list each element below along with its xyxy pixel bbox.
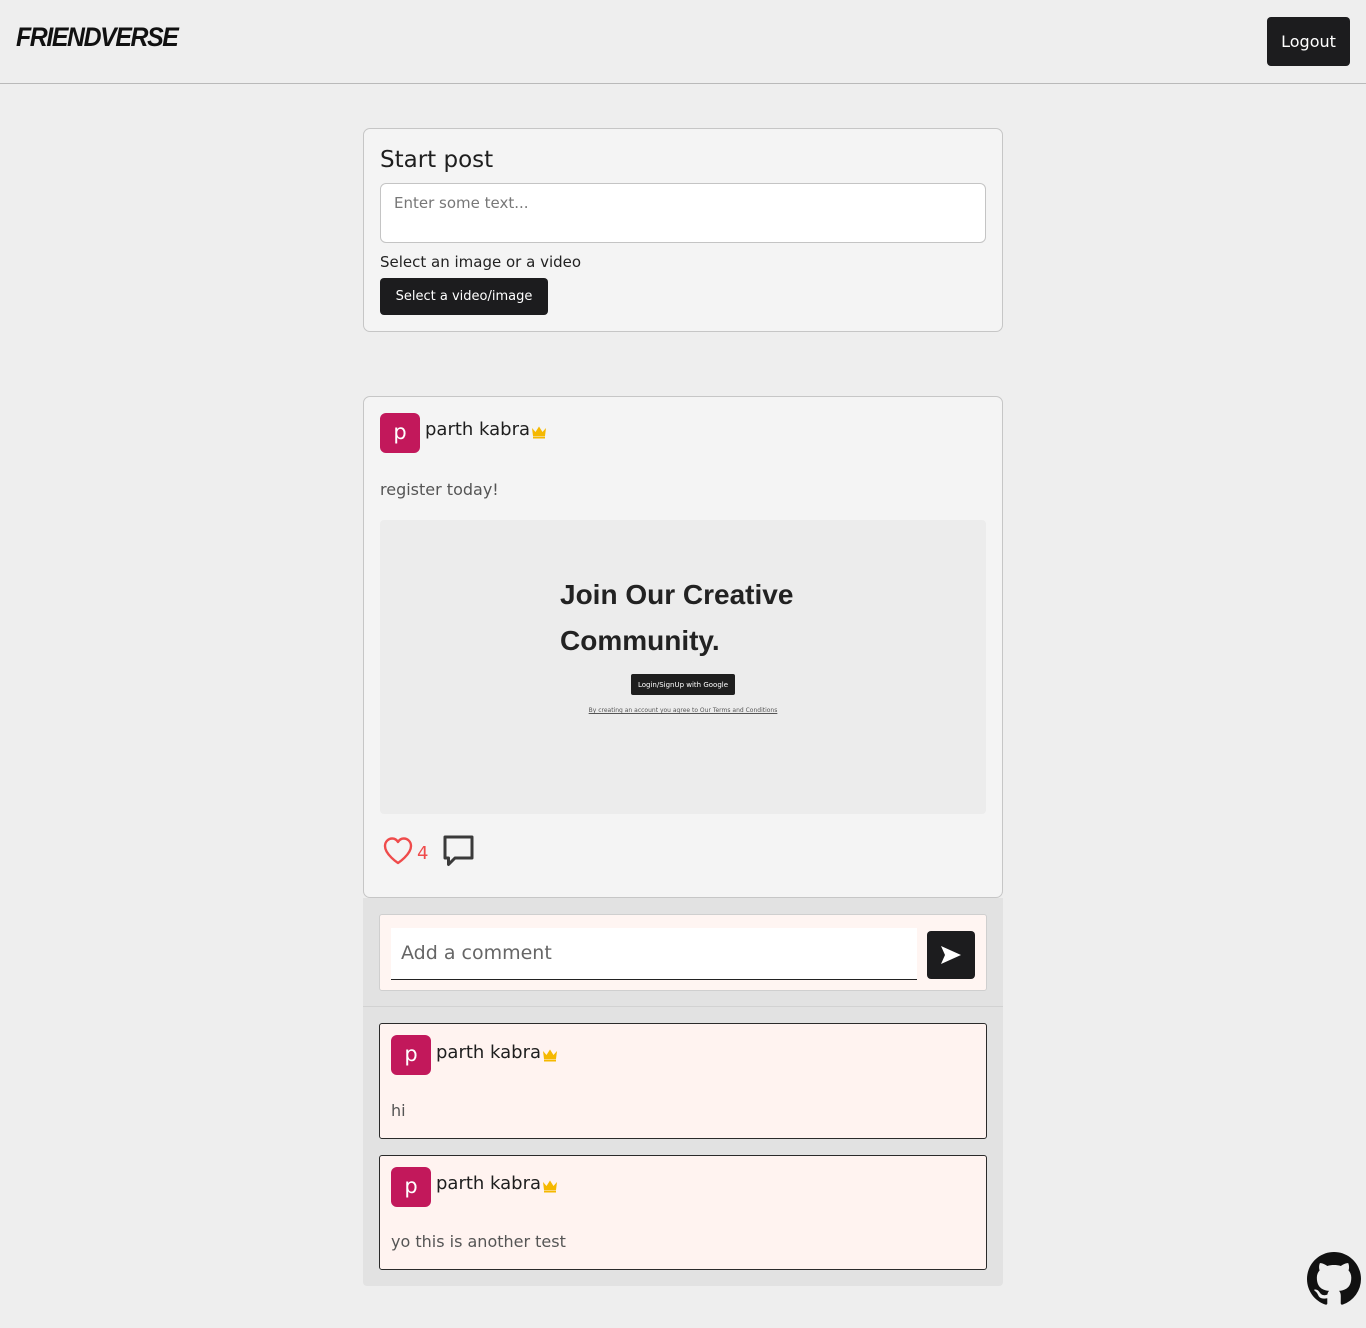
heart-icon[interactable]: [382, 835, 414, 867]
post-author-name: parth kabra: [425, 419, 531, 440]
like-count: 4: [417, 843, 429, 864]
send-icon: [941, 946, 961, 964]
avatar[interactable]: p: [380, 413, 420, 453]
crown-icon: [543, 1049, 558, 1061]
comments-section: Add a comment p parth kabra hi p parth k…: [363, 898, 1003, 1286]
send-comment-button[interactable]: [927, 931, 975, 979]
comment-author[interactable]: parth kabra: [436, 1042, 558, 1063]
crown-icon: [543, 1180, 558, 1192]
select-media-button[interactable]: Select a video/image: [380, 278, 548, 315]
start-post-card: Start post Enter some text... Select an …: [363, 128, 1003, 332]
post-text-input[interactable]: Enter some text...: [380, 183, 986, 243]
post-author[interactable]: parth kabra: [425, 419, 547, 440]
comment-icon[interactable]: [442, 834, 475, 869]
comment-item: p parth kabra yo this is another test: [379, 1155, 987, 1270]
comment-text: yo this is another test: [391, 1232, 566, 1251]
logout-button[interactable]: Logout: [1267, 17, 1350, 66]
media-login-button: Login/SignUp with Google: [631, 674, 735, 695]
comment-author-name: parth kabra: [436, 1042, 542, 1063]
post-card: p parth kabra register today! Join Our C…: [363, 396, 1003, 898]
avatar[interactable]: p: [391, 1167, 431, 1207]
comment-input[interactable]: Add a comment: [391, 928, 917, 980]
start-post-title: Start post: [380, 147, 494, 173]
media-select-label: Select an image or a video: [380, 253, 582, 271]
crown-icon: [532, 426, 547, 438]
comment-author-name: parth kabra: [436, 1173, 542, 1194]
comment-form: Add a comment: [379, 914, 987, 991]
post-text: register today!: [380, 480, 499, 499]
navbar: FRIENDVERSE Logout: [0, 0, 1366, 84]
divider: [363, 1006, 1003, 1007]
app-logo[interactable]: FRIENDVERSE: [16, 22, 179, 53]
comment-author[interactable]: parth kabra: [436, 1173, 558, 1194]
media-terms-text: By creating an account you agree to Our …: [588, 707, 778, 714]
comment-text: hi: [391, 1101, 406, 1120]
media-heading: Join Our Creative Community.: [560, 579, 794, 656]
post-media-image: Join Our Creative Community. Login/SignU…: [380, 520, 986, 814]
comment-item: p parth kabra hi: [379, 1023, 987, 1139]
github-icon[interactable]: [1307, 1252, 1361, 1306]
avatar[interactable]: p: [391, 1035, 431, 1075]
